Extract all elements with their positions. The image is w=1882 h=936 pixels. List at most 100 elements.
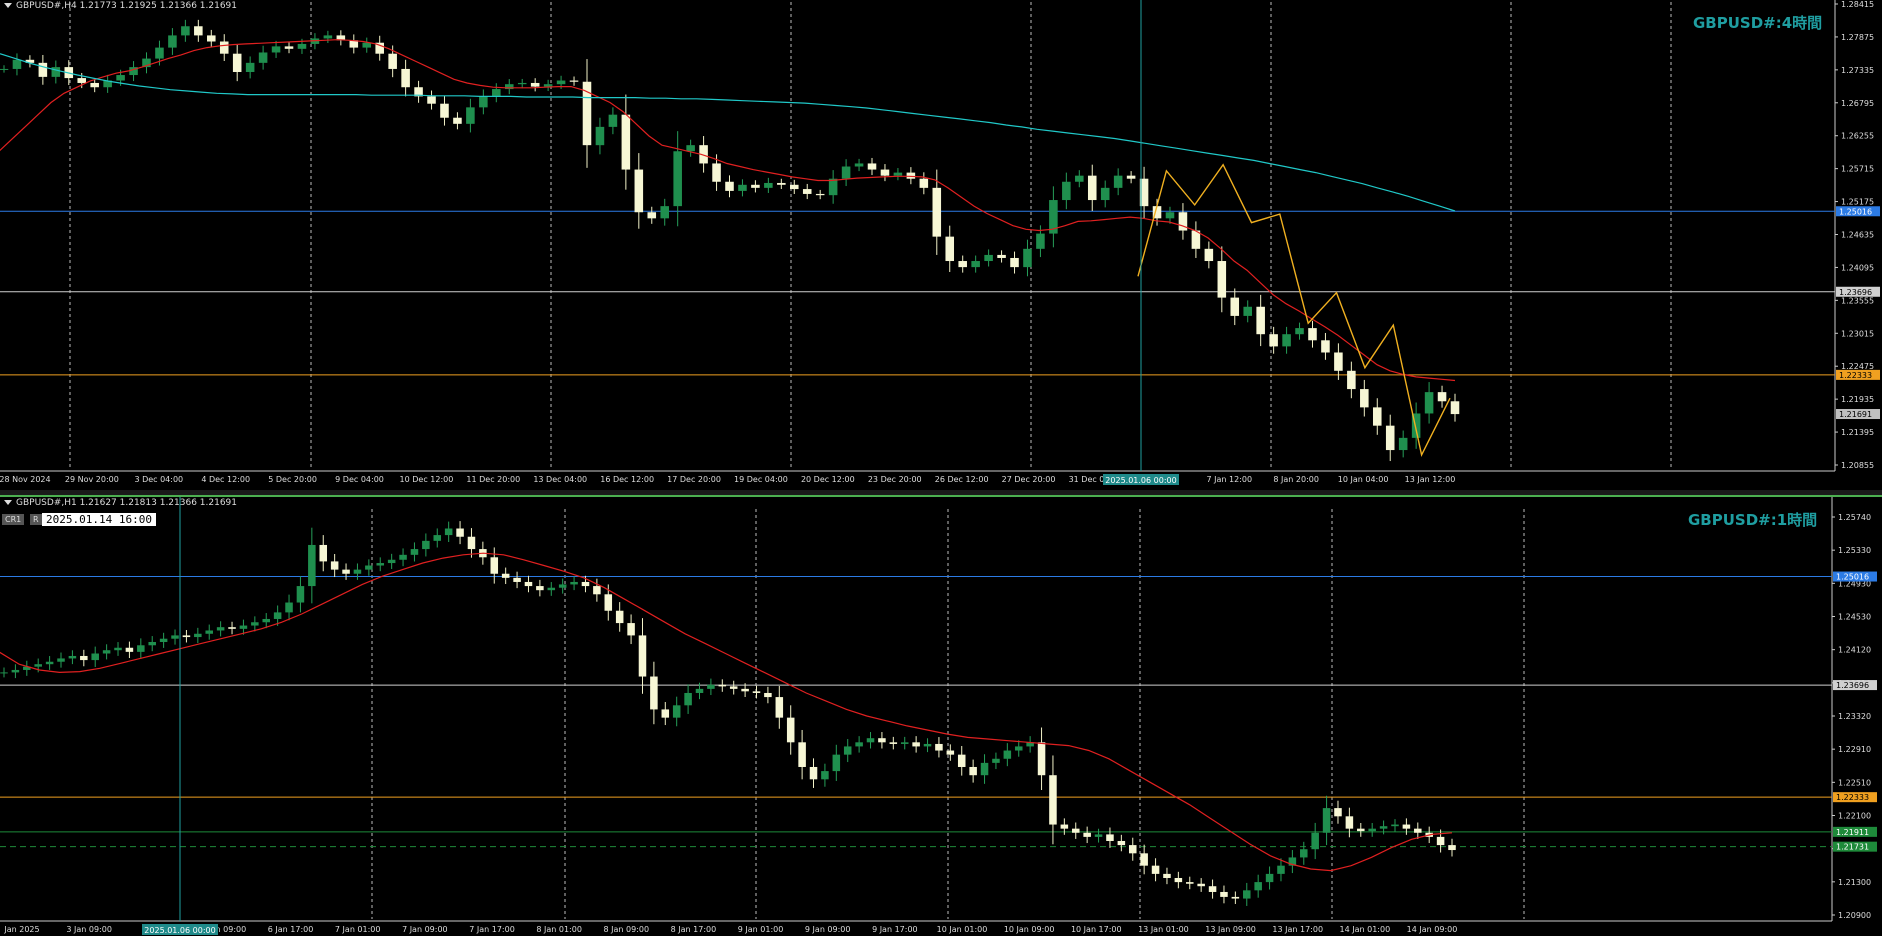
candle-body xyxy=(980,762,989,776)
price-tick-label: 1.23555 xyxy=(1841,296,1874,305)
candle-body xyxy=(308,544,316,587)
candle-body xyxy=(1243,890,1251,899)
candle-body xyxy=(427,96,436,104)
time-tick-label: 29 Nov 20:00 xyxy=(65,475,119,484)
candle-body xyxy=(1128,845,1137,854)
candle-body xyxy=(479,96,488,108)
time-tick-label: 8 Jan 09:00 xyxy=(604,925,650,934)
candle-body xyxy=(433,535,442,541)
time-tick-label: 28 Nov 2024 xyxy=(0,475,51,484)
candle-body xyxy=(821,771,829,780)
candle-body xyxy=(718,684,727,687)
candle-body xyxy=(1036,233,1045,249)
ema-fast-line xyxy=(0,39,1456,382)
candle-body xyxy=(536,586,544,591)
h1-ohlc-text: GBPUSD#,H1 1.21627 1.21813 1.21366 1.216… xyxy=(16,498,238,508)
time-tick-label: 16 Dec 12:00 xyxy=(600,475,654,484)
candle-body xyxy=(80,655,88,661)
h1-chart-pane[interactable]: 1.257401.253301.249301.245301.241201.237… xyxy=(0,495,1882,936)
candle-body xyxy=(889,742,898,744)
h1-chart-canvas[interactable]: 1.257401.253301.249301.245301.241201.237… xyxy=(0,497,1882,936)
time-tick-label: 26 Dec 12:00 xyxy=(935,475,989,484)
collapse-triangle-icon[interactable] xyxy=(4,3,12,8)
candle-body xyxy=(216,627,225,631)
hline-price-tag-label: 1.22333 xyxy=(1836,793,1869,802)
candle-body xyxy=(466,107,475,124)
candle-body xyxy=(1186,882,1194,884)
candle-body xyxy=(725,181,734,191)
candle-body xyxy=(148,641,156,646)
candle-body xyxy=(1071,828,1080,833)
candle-body xyxy=(401,68,410,88)
candle-body xyxy=(1204,248,1214,262)
collapse-triangle-icon[interactable] xyxy=(4,500,12,505)
time-tick-label: Jan 2025 xyxy=(3,925,39,934)
price-tick-label: 1.25715 xyxy=(1841,165,1874,174)
candle-body xyxy=(1174,877,1183,883)
h4-symbol-info: GBPUSD#,H4 1.21773 1.21925 1.21366 1.216… xyxy=(2,1,237,11)
candle-body xyxy=(786,717,795,743)
price-tick-label: 1.28415 xyxy=(1841,0,1874,9)
candle-body xyxy=(984,254,993,262)
candle-body xyxy=(615,610,624,624)
candle-body xyxy=(581,581,590,587)
candle-body xyxy=(273,612,282,619)
hline-price-tag-label: 1.21731 xyxy=(1836,843,1869,852)
hline-price-tag-label: 1.22333 xyxy=(1839,371,1872,380)
candle-body xyxy=(1163,873,1171,878)
candle-body xyxy=(330,561,339,570)
candle-body xyxy=(1254,882,1262,891)
candle-body xyxy=(1014,746,1023,751)
candle-body xyxy=(1106,834,1114,841)
h4-chart-pane[interactable]: 1.28415 1.27875 1.27335 1.26795 1.26255 1.257… xyxy=(0,0,1882,490)
candle-body xyxy=(1436,836,1445,846)
candle-body xyxy=(738,184,747,191)
candle-body xyxy=(207,35,216,42)
candle-body xyxy=(1334,808,1342,817)
time-tick-label: 5 Dec 20:00 xyxy=(268,475,317,484)
candle-body xyxy=(809,766,818,780)
candle-body xyxy=(878,738,886,743)
candle-body xyxy=(752,691,761,693)
candle-body xyxy=(608,114,618,127)
candle-body xyxy=(45,661,54,665)
candle-body xyxy=(1368,828,1376,832)
candle-body xyxy=(1334,352,1343,371)
time-tick-label: 9 Dec 04:00 xyxy=(335,475,384,484)
candle-body xyxy=(621,114,631,170)
candle-body xyxy=(660,206,669,219)
candle-body xyxy=(323,35,333,39)
candle-body xyxy=(764,692,772,698)
r-badge[interactable]: R xyxy=(30,514,42,525)
candle-body xyxy=(912,742,920,747)
candle-body xyxy=(1087,175,1097,201)
h4-watermark: GBPUSD#:4時間 xyxy=(1693,14,1823,32)
candle-body xyxy=(1230,297,1240,316)
price-tick-label: 1.21395 xyxy=(1841,428,1874,437)
candle-body xyxy=(353,569,362,574)
candle-body xyxy=(456,528,464,537)
time-tick-label: 13 Jan 17:00 xyxy=(1272,925,1323,934)
h4-ohlc-text: GBPUSD#,H4 1.21773 1.21925 1.21366 1.216… xyxy=(16,1,238,11)
candle-body xyxy=(880,169,890,176)
price-tick-label: 1.22510 xyxy=(1838,778,1871,787)
candle-body xyxy=(1347,370,1356,390)
time-tick-label: 13 Dec 04:00 xyxy=(533,475,587,484)
price-tick-label: 1.24635 xyxy=(1841,231,1874,240)
candle-body xyxy=(362,42,372,48)
price-tick-label: 1.20855 xyxy=(1841,461,1874,470)
candle-body xyxy=(51,67,61,77)
cr1-badge[interactable]: CR1 xyxy=(2,514,25,525)
candle-body xyxy=(866,738,875,743)
candle-body xyxy=(57,658,65,662)
candle-body xyxy=(570,581,578,585)
candle-body xyxy=(729,686,738,689)
candle-body xyxy=(1060,824,1069,829)
candle-body xyxy=(342,569,350,574)
candle-body xyxy=(1269,334,1278,347)
h4-chart-canvas[interactable]: 1.28415 1.27875 1.27335 1.26795 1.26255 1.257… xyxy=(0,0,1882,490)
time-tick-label: 8 Jan 01:00 xyxy=(536,925,582,934)
time-tick-label: 7 Jan 09:00 xyxy=(402,925,448,934)
candle-body xyxy=(543,84,553,87)
candle-body xyxy=(1277,865,1285,874)
